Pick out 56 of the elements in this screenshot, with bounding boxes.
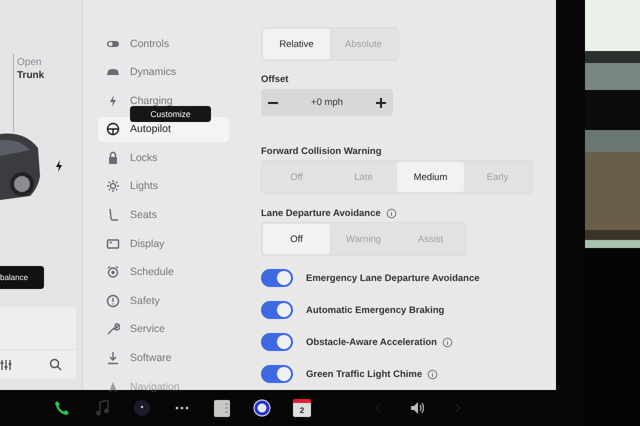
toggle-switch[interactable] (261, 269, 293, 287)
sun-icon (106, 179, 120, 194)
menu-item[interactable]: Controls (98, 31, 229, 56)
alarm-clock-icon (106, 265, 120, 280)
segment-option[interactable]: Relative (263, 29, 330, 59)
segment-option[interactable]: Off (263, 224, 330, 254)
phone-icon[interactable] (54, 400, 70, 416)
section-label: Offset (261, 74, 288, 85)
app-icon[interactable] (253, 399, 271, 417)
toggle-switch[interactable] (261, 333, 293, 351)
toggle-label: Obstacle-Aware Acceleration (306, 336, 437, 348)
menu-item[interactable]: Software (98, 346, 229, 371)
menu-item[interactable]: Navigation (98, 374, 229, 400)
toggle-label: Green Traffic Light Chime (306, 368, 422, 380)
search-icon[interactable] (49, 358, 62, 371)
info-icon (427, 368, 438, 380)
menu-item[interactable]: Safety (98, 288, 229, 314)
plus-icon[interactable] (374, 96, 387, 108)
menu-item[interactable]: Lights (98, 174, 229, 199)
offset-value: +0 mph (311, 97, 343, 108)
equalizer-icon[interactable] (0, 358, 12, 370)
calendar-icon[interactable]: 2 (293, 399, 311, 417)
segment-option[interactable]: Medium (397, 162, 464, 192)
menu-item[interactable]: Service (98, 316, 229, 342)
section-label: Forward Collision Warning (261, 146, 382, 157)
segment-option[interactable]: Warning (330, 224, 397, 254)
toggle-switch[interactable] (261, 301, 293, 319)
segment-option[interactable]: Early (464, 162, 531, 192)
menu-item[interactable]: Locks (98, 145, 229, 170)
steering-wheel-icon (106, 122, 120, 136)
alert-icon (106, 294, 120, 308)
tooltip: Customize (130, 106, 211, 122)
trunk-button[interactable]: Open Trunk (13, 54, 82, 132)
tooltip: balance (0, 266, 44, 289)
segment-option[interactable]: Assist (397, 224, 464, 254)
segment-option[interactable]: Absolute (330, 29, 397, 59)
info-icon (386, 208, 397, 219)
segment-option[interactable]: Late (330, 162, 397, 192)
menu-item[interactable]: Schedule (98, 260, 229, 285)
download-icon (106, 351, 120, 366)
toggle-label: Emergency Lane Departure Avoidance (306, 272, 480, 284)
toggle-switch[interactable] (261, 365, 293, 383)
toggle-label: Automatic Emergency Braking (306, 304, 444, 316)
segment-option[interactable]: Off (263, 162, 330, 192)
navigation-icon (106, 380, 120, 394)
notes-icon[interactable] (214, 400, 230, 416)
info-icon (442, 336, 453, 348)
display-icon (106, 236, 120, 251)
menu-item[interactable]: Dynamics (98, 60, 229, 85)
menu-item[interactable]: Display (98, 231, 229, 256)
more-icon[interactable] (175, 406, 189, 410)
wrench-icon (106, 322, 120, 336)
menu-item[interactable]: Seats (98, 202, 229, 228)
section-label: Lane Departure Avoidance (261, 208, 381, 219)
volume-icon[interactable] (410, 401, 426, 415)
lock-icon (106, 150, 120, 165)
